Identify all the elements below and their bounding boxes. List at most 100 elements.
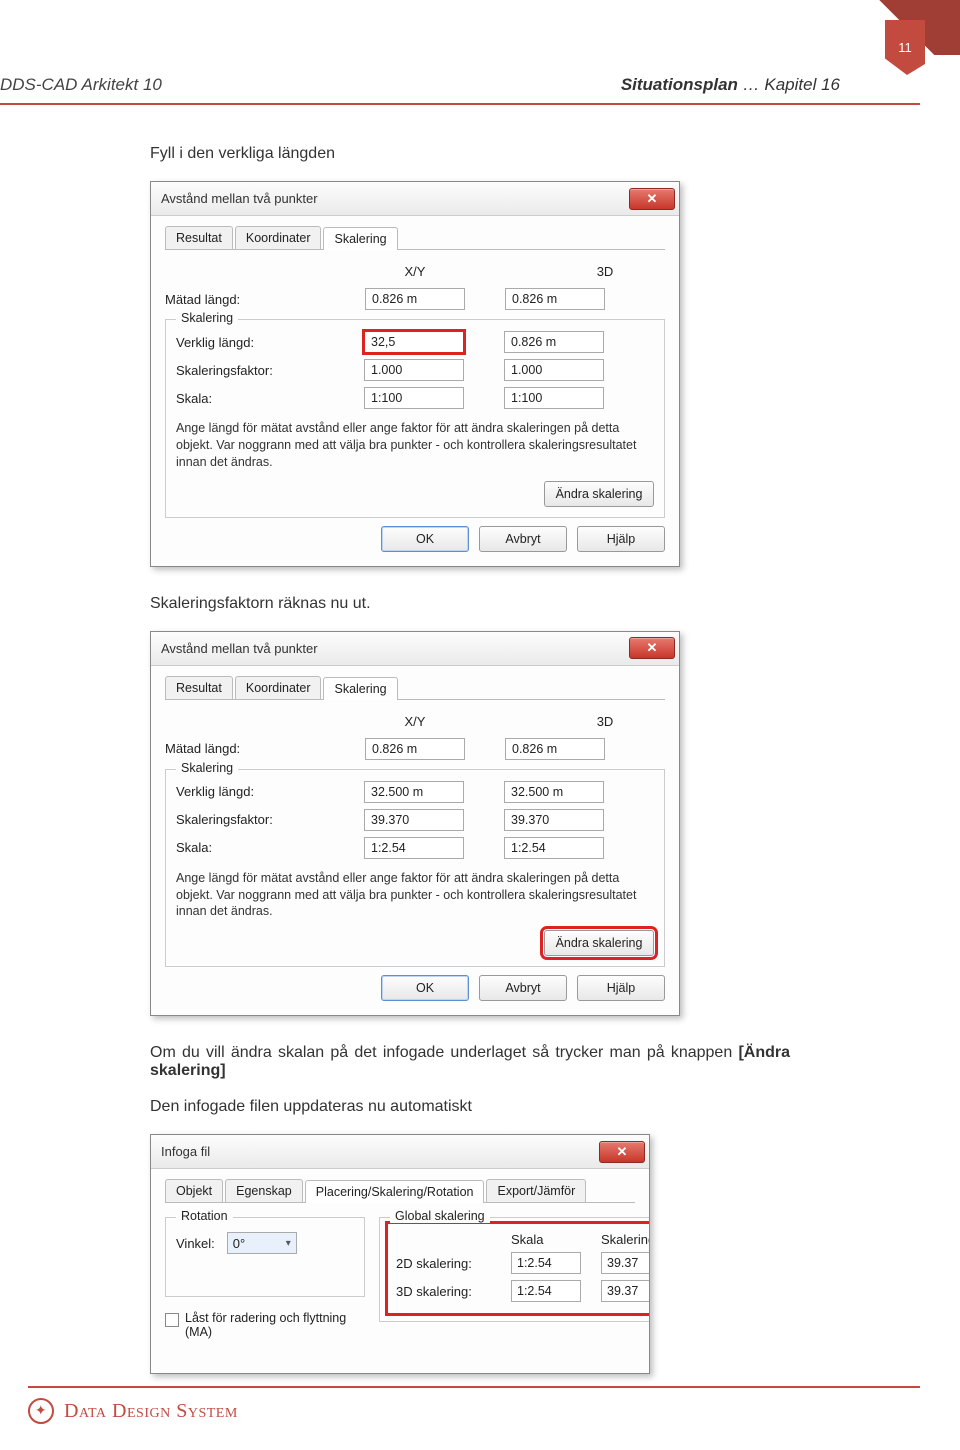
tab-skalering[interactable]: Skalering [323,227,397,250]
real-3d-field[interactable]: 0.826 m [504,331,604,353]
angle-field[interactable]: 0° ▾ [227,1232,297,1254]
scale-3d-field[interactable]: 1:100 [504,387,604,409]
help-button[interactable]: Hjälp [577,975,665,1001]
column-headers: X/Y 3D [165,258,665,285]
ok-button[interactable]: OK [381,526,469,552]
tab-koordinater[interactable]: Koordinater [235,676,322,699]
tab-egenskap[interactable]: Egenskap [225,1179,303,1202]
scale-xy-field[interactable]: 1:2.54 [364,837,464,859]
page-header: DDS-CAD Arkitekt 10 Situationsplan … Kap… [0,0,920,105]
close-button[interactable]: ✕ [599,1141,645,1163]
intro3a: Om du vill ändra skalan på det infogade … [150,1044,738,1061]
measured-xy-field[interactable]: 0.826 m [365,288,465,310]
dialog-title: Infoga fil [161,1144,599,1159]
lock-label: Låst för radering och flyttning (MA) [185,1311,365,1339]
real-xy-field[interactable]: 32.500 m [364,781,464,803]
dialog-body: Resultat Koordinater Skalering X/Y 3D Mä… [151,216,679,566]
scaling-2d-field[interactable]: 39.37 [601,1252,650,1274]
legend-rotation: Rotation [176,1209,233,1223]
lock-checkbox[interactable]: Låst för radering och flyttning (MA) [165,1311,365,1339]
scaling-3d-field[interactable]: 39.37 [601,1280,650,1302]
header-title-thin: … Kapitel 16 [738,75,840,94]
factor-xy-field[interactable]: 39.370 [364,809,464,831]
factor-xy-field[interactable]: 1.000 [364,359,464,381]
col-skala: Skala [511,1232,581,1247]
titlebar: Avstånd mellan två punkter ✕ [151,632,679,666]
intro-text-3: Om du vill ändra skalan på det infogade … [150,1044,790,1080]
fieldset-global-scaling: Global skalering Skala Skalering 2D skal… [379,1217,650,1322]
dialog-buttons: OK Avbryt Hjälp [165,975,665,1001]
legend-global: Global skalering [390,1209,490,1223]
insert-file-dialog: Infoga fil ✕ Objekt Egenskap Placering/S… [150,1134,650,1374]
measured-3d-field[interactable]: 0.826 m [505,738,605,760]
col-xy: X/Y [365,264,465,279]
row-scale: Skala: 1:2.54 1:2.54 [176,834,654,862]
col-3d: 3D [555,264,655,279]
tab-koordinater[interactable]: Koordinater [235,226,322,249]
tabs: Resultat Koordinater Skalering [165,226,665,250]
real-3d-field[interactable]: 32.500 m [504,781,604,803]
brand-logo-icon: ✦ [28,1398,54,1424]
label-real: Verklig längd: [176,335,364,350]
fieldset-skalering: Skalering Verklig längd: 32,5 0.826 m Sk… [165,319,665,518]
close-button[interactable]: ✕ [629,637,675,659]
tab-resultat[interactable]: Resultat [165,226,233,249]
help-button[interactable]: Hjälp [577,526,665,552]
cancel-button[interactable]: Avbryt [479,526,567,552]
row-measured: Mätad längd: 0.826 m 0.826 m [165,285,665,313]
measured-xy-field[interactable]: 0.826 m [365,738,465,760]
titlebar: Avstånd mellan två punkter ✕ [151,182,679,216]
change-scaling-button[interactable]: Ändra skalering [544,930,654,956]
col-skalering: Skalering [601,1232,650,1247]
row-factor: Skaleringsfaktor: 39.370 39.370 [176,806,654,834]
tab-objekt[interactable]: Objekt [165,1179,223,1202]
real-xy-field[interactable]: 32,5 [364,331,464,353]
label-factor: Skaleringsfaktor: [176,812,364,827]
label-angle: Vinkel: [176,1236,215,1251]
label-scale: Skala: [176,391,364,406]
note-text: Ange längd för mätat avstånd eller ange … [176,420,654,471]
dialog-buttons: OK Avbryt Hjälp [165,526,665,552]
angle-value: 0° [233,1236,245,1251]
row-real: Verklig längd: 32.500 m 32.500 m [176,778,654,806]
tab-resultat[interactable]: Resultat [165,676,233,699]
footer-divider [28,1386,920,1388]
tab-placering[interactable]: Placering/Skalering/Rotation [305,1180,485,1203]
label-measured: Mätad längd: [165,741,365,756]
measured-3d-field[interactable]: 0.826 m [505,288,605,310]
close-button[interactable]: ✕ [629,188,675,210]
close-icon: ✕ [617,1144,628,1160]
scale-3d-field[interactable]: 1:2.54 [511,1280,581,1302]
legend-skalering: Skalering [176,311,238,325]
scale-2d-field[interactable]: 1:2.54 [511,1252,581,1274]
cancel-button[interactable]: Avbryt [479,975,567,1001]
factor-3d-field[interactable]: 1.000 [504,359,604,381]
label-real: Verklig längd: [176,784,364,799]
label-factor: Skaleringsfaktor: [176,363,364,378]
intro-text-1: Fyll i den verkliga längden [150,145,790,163]
tab-export[interactable]: Export/Jämför [486,1179,586,1202]
factor-3d-field[interactable]: 39.370 [504,809,604,831]
tabs: Resultat Koordinater Skalering [165,676,665,700]
close-icon: ✕ [647,191,658,207]
scale-xy-field[interactable]: 1:100 [364,387,464,409]
fieldset-skalering: Skalering Verklig längd: 32.500 m 32.500… [165,769,665,968]
legend-skalering: Skalering [176,761,238,775]
row-3d: 3D skalering: 1:2.54 39.37 [396,1277,650,1305]
scale-3d-field[interactable]: 1:2.54 [504,837,604,859]
dialog-title: Avstånd mellan två punkter [161,191,629,206]
note-text: Ange längd för mätat avstånd eller ange … [176,870,654,921]
label-2d: 2D skalering: [396,1256,511,1271]
header-title-bold: Situationsplan [621,75,738,94]
intro-text-4: Den infogade filen uppdateras nu automat… [150,1098,790,1116]
brand-text: Data Design System [64,1400,238,1423]
page-content: Fyll i den verkliga längden Avstånd mell… [0,105,960,1374]
row-real: Verklig längd: 32,5 0.826 m [176,328,654,356]
col-xy: X/Y [365,714,465,729]
row-measured: Mätad längd: 0.826 m 0.826 m [165,735,665,763]
dropdown-icon: ▾ [286,1238,291,1249]
tab-skalering[interactable]: Skalering [323,677,397,700]
change-scaling-button[interactable]: Ändra skalering [544,481,654,507]
row-2d: 2D skalering: 1:2.54 39.37 [396,1249,650,1277]
ok-button[interactable]: OK [381,975,469,1001]
